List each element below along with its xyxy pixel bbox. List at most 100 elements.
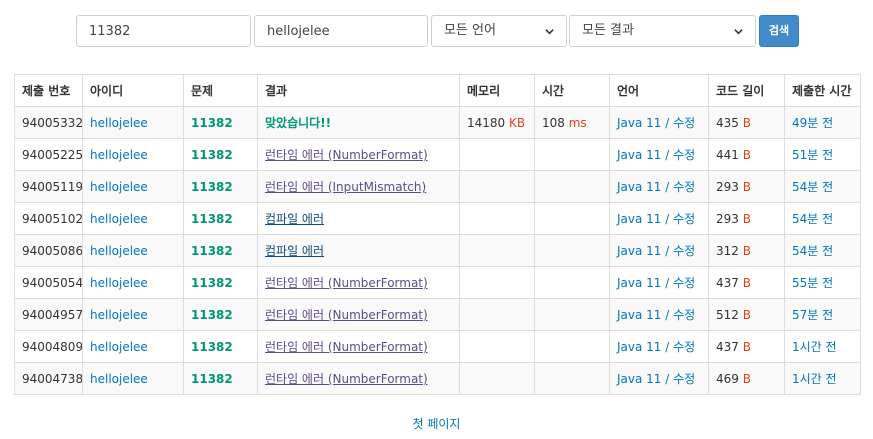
language-link[interactable]: Java 11 (617, 308, 661, 322)
table-row: 94005054 hellojelee 11382 런타임 에러 (NumberFor… (14, 266, 861, 299)
submitted-time-link[interactable]: 55분 전 (792, 276, 833, 290)
code-length-cell[interactable]: 437 B (708, 266, 785, 299)
problem-id-input[interactable] (76, 15, 251, 47)
edit-link[interactable]: 수정 (673, 116, 695, 130)
code-length-cell[interactable]: 437 B (708, 330, 785, 363)
problem-link[interactable]: 11382 (191, 212, 233, 226)
language-link[interactable]: Java 11 (617, 340, 661, 354)
code-length-cell[interactable]: 512 B (708, 298, 785, 331)
code-length-cell[interactable]: 441 B (708, 138, 785, 171)
user-link[interactable]: hellojelee (90, 340, 148, 354)
search-button[interactable]: 검색 (759, 15, 799, 47)
code-length-cell[interactable]: 312 B (708, 234, 785, 267)
language-link[interactable]: Java 11 (617, 276, 661, 290)
language-link[interactable]: Java 11 (617, 180, 661, 194)
table-row: 94005102 hellojelee 11382 컴파일 에러 Java 11 / 수… (14, 202, 861, 235)
result-text: 맞았습니다!! (265, 116, 332, 130)
language-separator: / (665, 180, 670, 194)
user-link[interactable]: hellojelee (90, 212, 148, 226)
code-length-value: 435 (716, 115, 739, 130)
first-page-link[interactable]: 첫 페이지 (413, 417, 461, 431)
submission-id: 94005225 (14, 138, 83, 171)
memory-cell (459, 362, 535, 395)
problem-cell: 11382 (183, 362, 258, 395)
user-link[interactable]: hellojelee (90, 276, 148, 290)
language-cell: Java 11 / 수정 (609, 234, 709, 267)
code-length-unit: B (742, 371, 751, 386)
language-select[interactable]: 모든 언어 (431, 15, 567, 47)
problem-link[interactable]: 11382 (191, 340, 233, 354)
edit-link[interactable]: 수정 (673, 212, 695, 226)
language-cell: Java 11 / 수정 (609, 170, 709, 203)
time-cell (534, 330, 610, 363)
memory-cell (459, 138, 535, 171)
result-text[interactable]: 런타임 에러 (NumberFormat) (265, 276, 428, 290)
problem-link[interactable]: 11382 (191, 308, 233, 322)
submission-id: 94004738 (14, 362, 83, 395)
edit-link[interactable]: 수정 (673, 308, 695, 322)
memory-cell (459, 234, 535, 267)
result-text[interactable]: 런타임 에러 (NumberFormat) (265, 308, 428, 322)
header-submission-id: 제출 번호 (14, 74, 83, 107)
result-text[interactable]: 컴파일 에러 (265, 244, 324, 258)
submitted-time-link[interactable]: 57분 전 (792, 308, 833, 322)
memory-cell: 14180 KB (459, 106, 535, 139)
time-unit: ms (568, 115, 587, 130)
user-link[interactable]: hellojelee (90, 244, 148, 258)
submitted-time-link[interactable]: 1시간 전 (792, 340, 837, 354)
time-cell (534, 234, 610, 267)
result-text[interactable]: 런타임 에러 (NumberFormat) (265, 148, 428, 162)
user-id-input[interactable] (254, 15, 428, 47)
user-link[interactable]: hellojelee (90, 308, 148, 322)
code-length-cell[interactable]: 469 B (708, 362, 785, 395)
submitted-time-link[interactable]: 54분 전 (792, 212, 833, 226)
chevron-down-icon (545, 28, 554, 34)
language-link[interactable]: Java 11 (617, 148, 661, 162)
submitted-time-link[interactable]: 51분 전 (792, 148, 833, 162)
header-memory: 메모리 (459, 74, 535, 107)
header-time: 시간 (534, 74, 610, 107)
code-length-cell[interactable]: 293 B (708, 170, 785, 203)
problem-link[interactable]: 11382 (191, 148, 233, 162)
submitted-time-cell: 1시간 전 (784, 362, 861, 395)
edit-link[interactable]: 수정 (673, 340, 695, 354)
submitted-time-link[interactable]: 49분 전 (792, 116, 833, 130)
language-link[interactable]: Java 11 (617, 244, 661, 258)
edit-link[interactable]: 수정 (673, 180, 695, 194)
problem-link[interactable]: 11382 (191, 276, 233, 290)
result-cell: 런타임 에러 (NumberFormat) (257, 138, 460, 171)
edit-link[interactable]: 수정 (673, 276, 695, 290)
code-length-cell[interactable]: 435 B (708, 106, 785, 139)
edit-link[interactable]: 수정 (673, 244, 695, 258)
result-text[interactable]: 런타임 에러 (NumberFormat) (265, 340, 428, 354)
user-link[interactable]: hellojelee (90, 116, 148, 130)
code-length-cell[interactable]: 293 B (708, 202, 785, 235)
problem-link[interactable]: 11382 (191, 116, 233, 130)
problem-cell: 11382 (183, 298, 258, 331)
language-link[interactable]: Java 11 (617, 212, 661, 226)
table-row: 94005086 hellojelee 11382 컴파일 에러 Java 11 / 수… (14, 234, 861, 267)
submitted-time-link[interactable]: 54분 전 (792, 244, 833, 258)
submitted-time-link[interactable]: 1시간 전 (792, 372, 837, 386)
language-separator: / (665, 340, 670, 354)
edit-link[interactable]: 수정 (673, 372, 695, 386)
header-code-length: 코드 길이 (708, 74, 785, 107)
user-link[interactable]: hellojelee (90, 372, 148, 386)
problem-cell: 11382 (183, 138, 258, 171)
problem-link[interactable]: 11382 (191, 244, 233, 258)
language-link[interactable]: Java 11 (617, 372, 661, 386)
result-text[interactable]: 컴파일 에러 (265, 212, 324, 226)
language-link[interactable]: Java 11 (617, 116, 661, 130)
problem-link[interactable]: 11382 (191, 372, 233, 386)
time-cell (534, 266, 610, 299)
result-text[interactable]: 런타임 에러 (InputMismatch) (265, 180, 426, 194)
user-link[interactable]: hellojelee (90, 180, 148, 194)
problem-link[interactable]: 11382 (191, 180, 233, 194)
submitted-time-link[interactable]: 54분 전 (792, 180, 833, 194)
result-text[interactable]: 런타임 에러 (NumberFormat) (265, 372, 428, 386)
edit-link[interactable]: 수정 (673, 148, 695, 162)
header-problem: 문제 (183, 74, 258, 107)
result-select[interactable]: 모든 결과 (569, 15, 756, 47)
user-link[interactable]: hellojelee (90, 148, 148, 162)
problem-cell: 11382 (183, 170, 258, 203)
